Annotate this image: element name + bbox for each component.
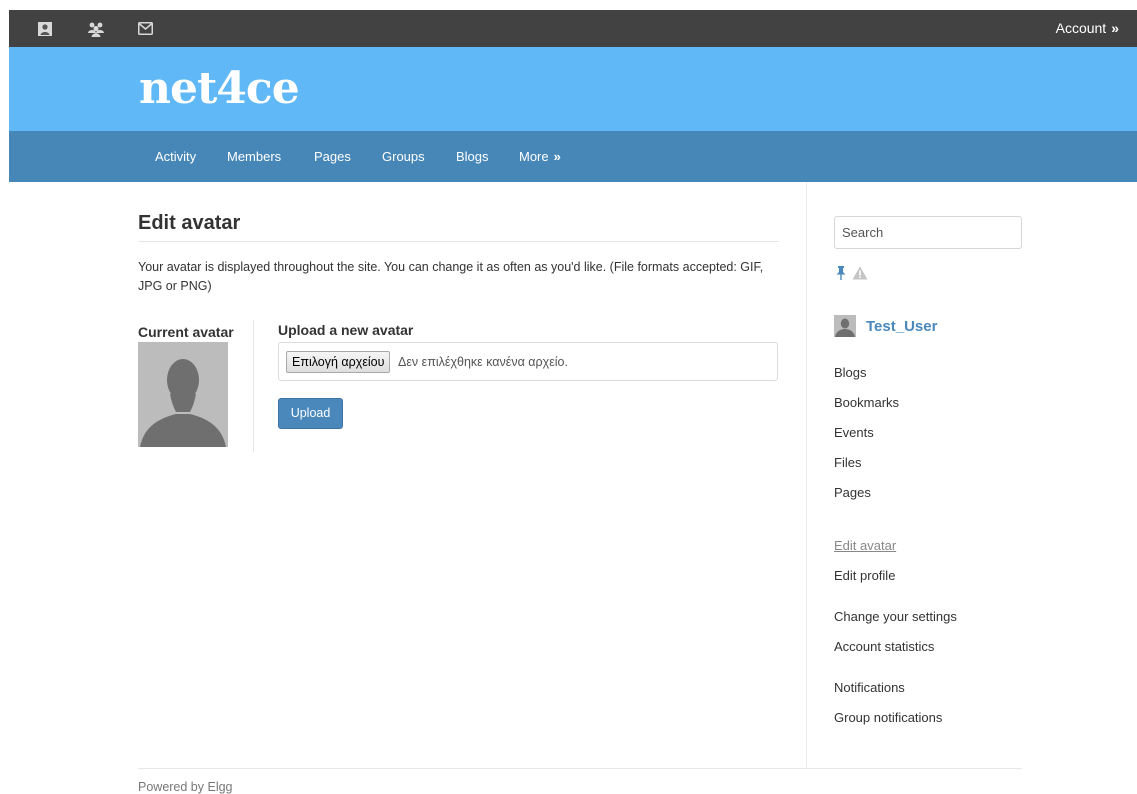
- title-divider: [138, 241, 779, 242]
- current-avatar-image: [138, 342, 228, 447]
- groups-icon[interactable]: [84, 10, 108, 47]
- site-logo[interactable]: net4ce: [139, 63, 300, 114]
- topbar: Account»: [9, 10, 1137, 47]
- sidebar-icon-row: [836, 265, 868, 285]
- nav-item-activity[interactable]: Activity: [155, 131, 196, 182]
- nav-more-arrow: »: [553, 149, 561, 164]
- nav-item-members[interactable]: Members: [227, 131, 281, 182]
- messages-icon[interactable]: [133, 10, 157, 47]
- sidebar-item-change-settings[interactable]: Change your settings: [834, 609, 957, 624]
- avatar-file-input[interactable]: Επιλογή αρχείου Δεν επιλέχθηκε κανένα αρ…: [278, 342, 778, 381]
- account-menu[interactable]: Account»: [1056, 10, 1119, 47]
- search-placeholder: Search: [842, 225, 884, 240]
- warning-icon[interactable]: [852, 266, 868, 285]
- sidebar-divider: [806, 182, 807, 768]
- search-input[interactable]: Search: [834, 216, 1022, 249]
- nav-item-blogs[interactable]: Blogs: [456, 131, 489, 182]
- nav-item-more[interactable]: More »: [519, 131, 561, 182]
- nav-more-label: More: [519, 149, 549, 164]
- nav-item-pages[interactable]: Pages: [314, 131, 351, 182]
- account-arrow: »: [1111, 20, 1119, 36]
- choose-file-button[interactable]: Επιλογή αρχείου: [286, 351, 391, 373]
- intro-text: Your avatar is displayed throughout the …: [138, 260, 764, 293]
- upload-avatar-label: Upload a new avatar: [278, 322, 414, 338]
- sidebar-item-blogs[interactable]: Blogs: [834, 365, 867, 380]
- pin-icon[interactable]: [836, 265, 846, 285]
- current-avatar-label: Current avatar: [138, 324, 234, 340]
- sidebar-item-bookmarks[interactable]: Bookmarks: [834, 395, 899, 410]
- nav-item-groups[interactable]: Groups: [382, 131, 425, 182]
- sidebar-item-edit-avatar[interactable]: Edit avatar: [834, 538, 896, 553]
- sidebar-item-group-notifications[interactable]: Group notifications: [834, 710, 942, 725]
- footer-divider: [138, 768, 1022, 769]
- sidebar-item-notifications[interactable]: Notifications: [834, 680, 905, 695]
- sidebar-item-account-statistics[interactable]: Account statistics: [834, 639, 934, 654]
- user-avatar[interactable]: [834, 315, 856, 337]
- owner-name[interactable]: Test_User: [866, 318, 937, 335]
- main-nav: Activity Members Pages Groups Blogs More…: [9, 131, 1137, 182]
- footer-powered-by[interactable]: Powered by Elgg: [138, 780, 233, 794]
- sidebar-item-files[interactable]: Files: [834, 455, 861, 470]
- avatar-section-divider: [253, 320, 254, 452]
- page-title: Edit avatar: [138, 212, 241, 234]
- sidebar-item-events[interactable]: Events: [834, 425, 874, 440]
- account-label: Account: [1055, 20, 1107, 36]
- sidebar-item-pages[interactable]: Pages: [834, 485, 871, 500]
- default-avatar-icon: [138, 342, 228, 447]
- sidebar-item-edit-profile[interactable]: Edit profile: [834, 568, 895, 583]
- upload-button[interactable]: Upload: [278, 398, 343, 429]
- profile-icon[interactable]: [34, 10, 56, 47]
- owner-block[interactable]: Test_User: [834, 314, 937, 338]
- site-header: net4ce: [9, 47, 1137, 131]
- file-status-text: Δεν επιλέχθηκε κανένα αρχείο.: [398, 355, 568, 369]
